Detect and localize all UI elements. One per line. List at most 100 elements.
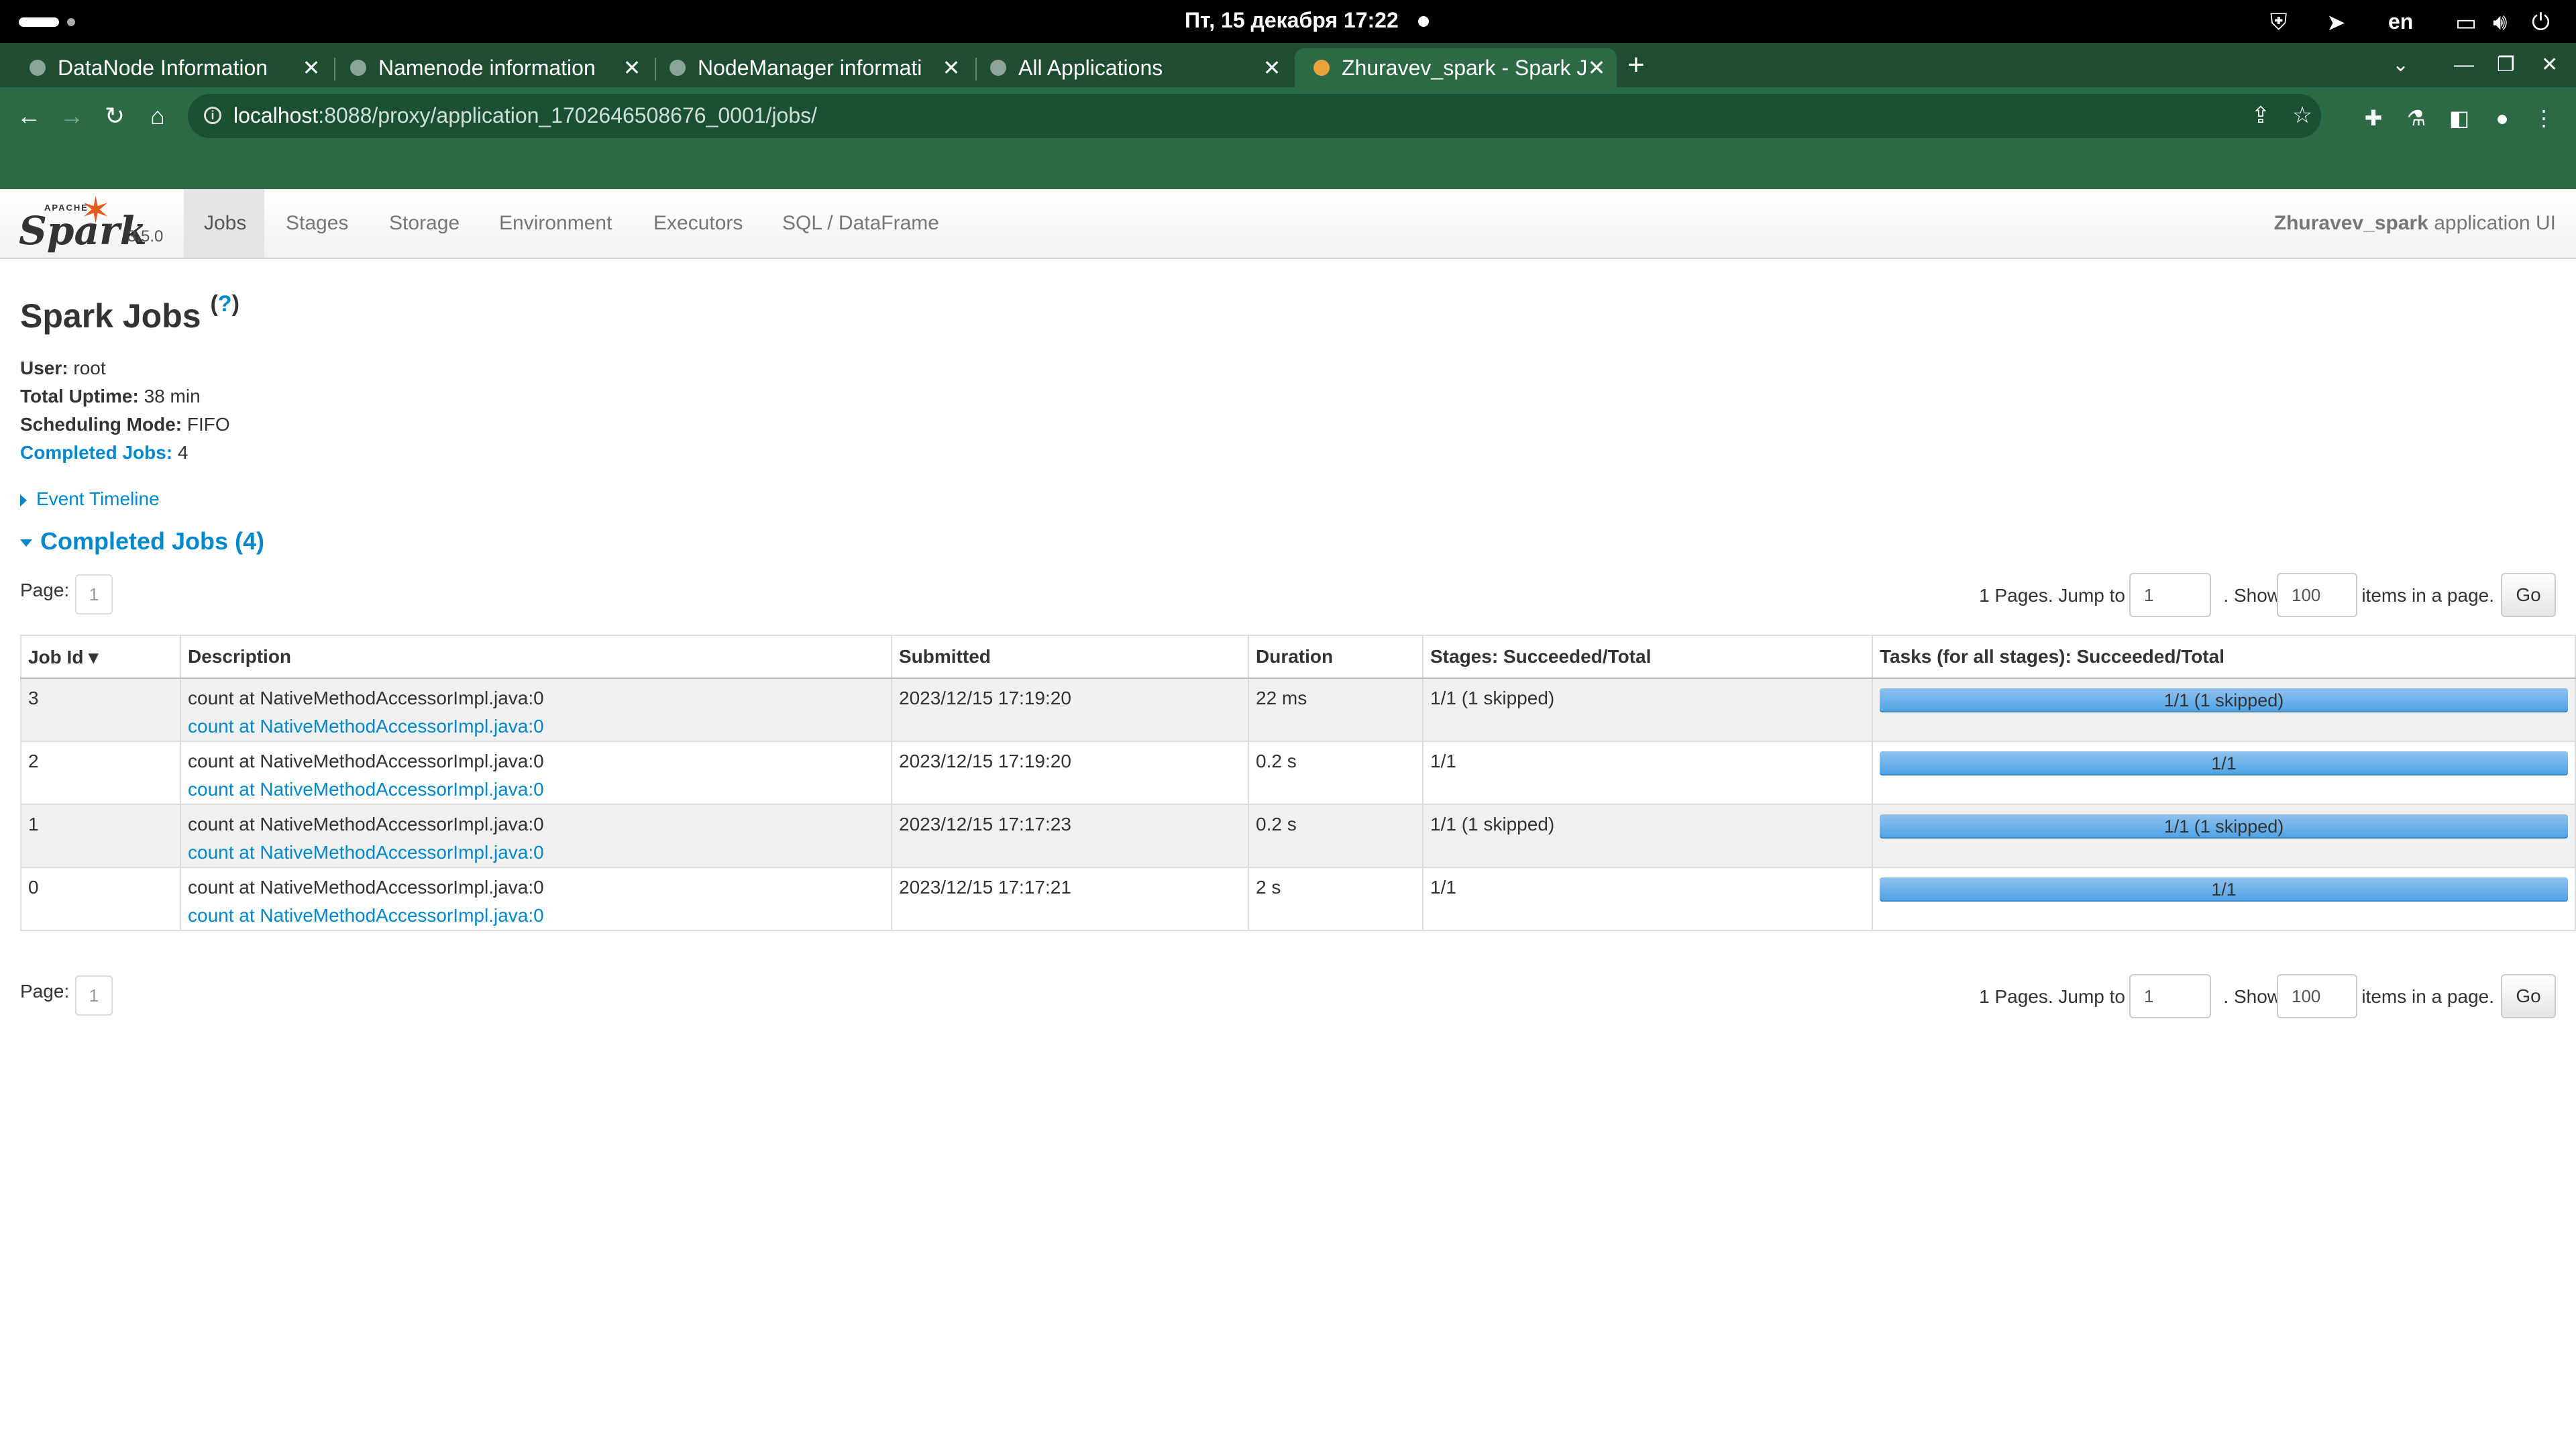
system-clock[interactable]: Пт, 15 декабря 17:22 xyxy=(1185,8,1399,33)
summary-completed: Completed Jobs: 4 xyxy=(20,439,230,467)
power-icon[interactable]: ⏻ xyxy=(2532,9,2550,36)
job-description: count at NativeMethodAccessorImpl.java:0… xyxy=(180,741,892,804)
url-path: :8088/proxy/application_1702646508676_00… xyxy=(318,103,818,127)
nav-stages[interactable]: Stages xyxy=(266,189,368,258)
profile-icon[interactable]: ● xyxy=(2489,105,2516,131)
system-top-bar: Пт, 15 декабря 17:22 ⛨ ➤ en ▭ 🔊︎ ⏻ xyxy=(0,0,2576,43)
spark-star-icon: ✶ xyxy=(80,191,111,231)
restore-icon[interactable]: ❐ xyxy=(2497,43,2515,87)
address-bar[interactable]: i localhost:8088/proxy/application_17026… xyxy=(188,94,2321,138)
activities-indicator[interactable] xyxy=(19,17,59,27)
side-panel-icon[interactable]: ◧ xyxy=(2446,105,2473,131)
show-text: . Show xyxy=(2223,986,2281,1007)
screen-icon[interactable]: ▭ xyxy=(2455,9,2477,36)
page-size-input[interactable] xyxy=(2277,573,2357,617)
tasks-progress-bar: 1/1 xyxy=(1880,877,2568,902)
job-tasks: 1/1 xyxy=(1872,741,2575,804)
tasks-progress-bar: 1/1 (1 skipped) xyxy=(1880,688,2568,712)
user-label: User: xyxy=(20,358,68,378)
url-text[interactable]: localhost:8088/proxy/application_1702646… xyxy=(233,103,817,128)
close-icon[interactable]: ✕ xyxy=(298,48,325,87)
pages-jump-text: 1 Pages. Jump to xyxy=(1979,986,2125,1007)
keyboard-layout[interactable]: en xyxy=(2388,9,2413,34)
nav-executors[interactable]: Executors xyxy=(633,189,763,258)
col-job-id[interactable]: Job Id ▾ xyxy=(21,635,180,679)
close-icon[interactable]: ✕ xyxy=(619,48,645,87)
uptime-value: 38 min xyxy=(144,386,201,407)
tab-namenode[interactable]: Namenode information ✕ xyxy=(350,48,645,87)
col-submitted[interactable]: Submitted xyxy=(891,635,1248,679)
back-icon[interactable]: ← xyxy=(11,98,47,134)
job-description-link[interactable]: count at NativeMethodAccessorImpl.java:0 xyxy=(188,905,544,926)
completed-jobs-link[interactable]: Completed Jobs: xyxy=(20,442,172,463)
nav-sql-dataframe[interactable]: SQL / DataFrame xyxy=(762,189,959,258)
labs-flask-icon[interactable]: ⚗ xyxy=(2403,105,2430,131)
nav-environment[interactable]: Environment xyxy=(479,189,632,258)
table-row: 3 count at NativeMethodAccessorImpl.java… xyxy=(21,678,2575,741)
tab-all-applications[interactable]: All Applications ✕ xyxy=(990,48,1285,87)
page-size-input[interactable] xyxy=(2277,974,2357,1018)
job-id: 2 xyxy=(21,741,180,804)
home-icon[interactable]: ⌂ xyxy=(140,98,176,134)
pager-bottom: Page: 1 1 Pages. Jump to . Show items in… xyxy=(20,973,2556,1020)
col-stages: Stages: Succeeded/Total xyxy=(1422,635,1872,679)
telegram-icon[interactable]: ➤ xyxy=(2326,9,2346,36)
job-submitted: 2023/12/15 17:19:20 xyxy=(891,741,1248,804)
spark-favicon-icon xyxy=(1313,60,1330,76)
spark-navbar: APACHE Spark ✶ 3.5.0 Jobs Stages Storage… xyxy=(0,189,2576,259)
minimize-icon[interactable]: — xyxy=(2454,43,2474,87)
description-text: count at NativeMethodAccessorImpl.java:0 xyxy=(188,751,544,771)
jump-to-page-input[interactable] xyxy=(2129,974,2211,1018)
site-info-icon[interactable]: i xyxy=(204,107,221,124)
tab-title: All Applications xyxy=(1018,56,1163,80)
page-label: Page: xyxy=(20,981,70,1002)
reload-icon[interactable]: ↻ xyxy=(97,98,133,134)
forward-icon[interactable]: → xyxy=(54,98,90,134)
app-name-suffix: application UI xyxy=(2428,212,2556,234)
volume-icon[interactable]: 🔊︎ xyxy=(2493,9,2507,36)
shield-icon[interactable]: ⛨ xyxy=(2270,9,2288,36)
globe-icon xyxy=(350,60,366,76)
spark-logo[interactable]: APACHE Spark ✶ xyxy=(19,191,147,254)
job-id: 3 xyxy=(21,678,180,741)
window-close-icon[interactable]: ✕ xyxy=(2541,43,2558,87)
page-number-button[interactable]: 1 xyxy=(75,574,113,614)
job-description-link[interactable]: count at NativeMethodAccessorImpl.java:0 xyxy=(188,716,544,737)
scheduling-value: FIFO xyxy=(186,414,230,435)
page-number-button[interactable]: 1 xyxy=(75,975,113,1016)
job-description-link[interactable]: count at NativeMethodAccessorImpl.java:0 xyxy=(188,779,544,800)
description-text: count at NativeMethodAccessorImpl.java:0 xyxy=(188,814,544,835)
tab-datanode[interactable]: DataNode Information ✕ xyxy=(30,48,325,87)
summary-scheduling: Scheduling Mode: FIFO xyxy=(20,411,230,439)
go-button[interactable]: Go xyxy=(2501,573,2556,617)
help-link[interactable]: ? xyxy=(218,291,232,317)
nav-storage[interactable]: Storage xyxy=(369,189,480,258)
extensions-icon[interactable]: ✚ xyxy=(2360,105,2387,131)
app-name-bold: Zhuravev_spark xyxy=(2273,212,2428,234)
tab-nodemanager[interactable]: NodeManager informati ✕ xyxy=(669,48,965,87)
browser-bookmark-band xyxy=(0,145,2576,189)
new-tab-button[interactable]: + xyxy=(1627,43,1645,87)
menu-kebab-icon[interactable]: ⋮ xyxy=(2530,105,2557,131)
event-timeline-toggle[interactable]: Event Timeline xyxy=(20,488,160,510)
completed-jobs-header[interactable]: Completed Jobs (4) xyxy=(20,527,264,555)
col-duration[interactable]: Duration xyxy=(1248,635,1423,679)
job-description-link[interactable]: count at NativeMethodAccessorImpl.java:0 xyxy=(188,842,544,863)
job-description: count at NativeMethodAccessorImpl.java:0… xyxy=(180,867,892,930)
close-icon[interactable]: ✕ xyxy=(1258,48,1285,87)
share-icon[interactable]: ⇪ xyxy=(2247,102,2274,129)
workspace-dot xyxy=(67,18,75,26)
job-description: count at NativeMethodAccessorImpl.java:0… xyxy=(180,804,892,867)
tab-title: DataNode Information xyxy=(58,56,268,80)
tab-separator xyxy=(655,58,656,80)
close-icon[interactable]: ✕ xyxy=(938,48,965,87)
close-icon[interactable]: ✕ xyxy=(1583,48,1610,87)
tab-search-chevron-icon[interactable]: ⌄ xyxy=(2392,43,2409,87)
nav-jobs[interactable]: Jobs xyxy=(184,189,264,258)
tab-spark-active[interactable]: Zhuravev_spark - Spark J ✕ xyxy=(1295,48,1617,87)
col-description[interactable]: Description xyxy=(180,635,892,679)
jump-to-page-input[interactable] xyxy=(2129,573,2211,617)
browser-toolbar: ← → ↻ ⌂ i localhost:8088/proxy/applicati… xyxy=(0,87,2576,145)
go-button[interactable]: Go xyxy=(2501,974,2556,1018)
bookmark-star-icon[interactable]: ☆ xyxy=(2289,102,2316,129)
